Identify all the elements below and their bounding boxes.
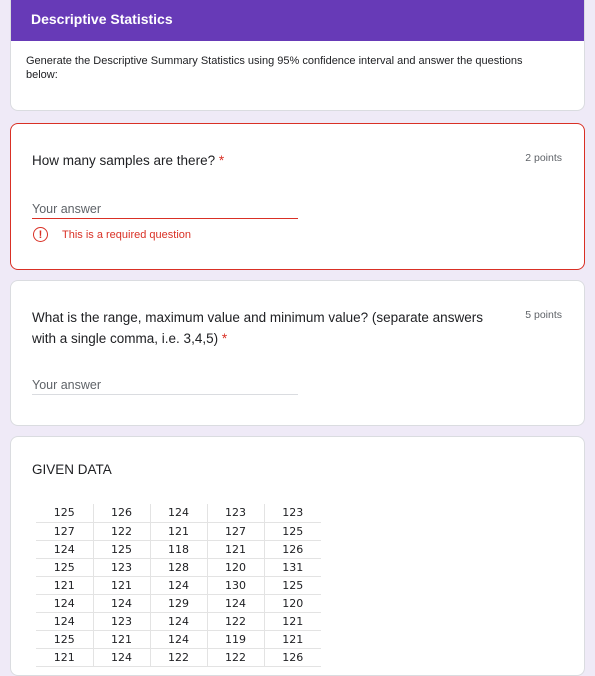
question-card-range: What is the range, maximum value and min…	[10, 280, 585, 426]
answer-input[interactable]	[32, 375, 298, 395]
form-description: Generate the Descriptive Summary Statist…	[26, 55, 523, 81]
table-row: 121 124 122 122 126	[36, 648, 321, 667]
table-cell: 125	[92, 540, 150, 559]
table-cell: 124	[92, 648, 150, 667]
table-cell: 122	[149, 648, 207, 667]
answer-input[interactable]	[32, 199, 298, 219]
table-row: 125 123 128 120 131	[36, 558, 321, 577]
table-cell: 122	[206, 612, 264, 631]
given-data-table: 125 126 124 123 123 127 122 121 127 125 124 125 118 1…	[36, 504, 321, 667]
question-card-samples: How many samples are there? * 2 points !…	[10, 123, 585, 270]
table-cell: 125	[36, 558, 93, 577]
question-text: How many samples are there?	[32, 153, 216, 168]
form-header-card: Descriptive Statistics Generate the Desc…	[10, 0, 585, 111]
error-circle-icon: !	[33, 227, 48, 242]
table-cell: 125	[263, 576, 321, 595]
table-cell: 123	[92, 612, 150, 631]
table-cell: 124	[149, 576, 207, 595]
table-cell: 125	[36, 504, 93, 523]
table-cell: 130	[206, 576, 264, 595]
table-cell: 121	[36, 648, 93, 667]
table-cell: 124	[149, 612, 207, 631]
table-row: 121 121 124 130 125	[36, 576, 321, 595]
table-cell: 121	[263, 612, 321, 631]
table-row: 125 126 124 123 123	[36, 504, 321, 523]
table-cell: 124	[149, 504, 207, 523]
question-title: What is the range, maximum value and min…	[32, 307, 502, 349]
table-cell: 124	[92, 594, 150, 613]
table-cell: 121	[92, 576, 150, 595]
table-row: 125 121 124 119 121	[36, 630, 321, 649]
table-cell: 123	[206, 504, 264, 523]
points-label: 2 points	[525, 152, 562, 164]
table-cell: 126	[263, 540, 321, 559]
given-data-title: GIVEN DATA	[32, 462, 112, 477]
form-title: Descriptive Statistics	[11, 0, 584, 41]
table-cell: 121	[36, 576, 93, 595]
table-cell: 121	[149, 522, 207, 541]
points-label: 5 points	[525, 309, 562, 321]
table-cell: 124	[36, 540, 93, 559]
table-row: 124 124 129 124 120	[36, 594, 321, 613]
given-data-card: GIVEN DATA 125 126 124 123 123 127 122 121 127 12…	[10, 436, 585, 676]
table-cell: 124	[36, 594, 93, 613]
table-cell: 125	[263, 522, 321, 541]
table-cell: 123	[263, 504, 321, 523]
error-text: This is a required question	[62, 228, 192, 241]
table-cell: 120	[206, 558, 264, 577]
table-cell: 120	[263, 594, 321, 613]
error-message: ! This is a required question	[33, 227, 191, 242]
table-cell: 125	[36, 630, 93, 649]
table-cell: 124	[206, 594, 264, 613]
table-cell: 126	[92, 504, 150, 523]
table-cell: 119	[206, 630, 264, 649]
table-cell: 127	[206, 522, 264, 541]
required-asterisk: *	[218, 153, 225, 168]
table-row: 127 122 121 127 125	[36, 522, 321, 541]
table-row: 124 123 124 122 121	[36, 612, 321, 631]
table-cell: 121	[206, 540, 264, 559]
table-cell: 123	[92, 558, 150, 577]
question-title: How many samples are there? *	[32, 150, 502, 171]
table-cell: 118	[149, 540, 207, 559]
table-row: 124 125 118 121 126	[36, 540, 321, 559]
table-cell: 126	[263, 648, 321, 667]
table-cell: 128	[149, 558, 207, 577]
table-cell: 129	[149, 594, 207, 613]
required-asterisk: *	[221, 331, 228, 346]
table-cell: 124	[36, 612, 93, 631]
question-text: What is the range, maximum value and min…	[32, 310, 483, 346]
table-cell: 127	[36, 522, 93, 541]
table-cell: 131	[263, 558, 321, 577]
table-cell: 122	[92, 522, 150, 541]
table-cell: 124	[149, 630, 207, 649]
table-cell: 121	[92, 630, 150, 649]
table-cell: 121	[263, 630, 321, 649]
table-cell: 122	[206, 648, 264, 667]
